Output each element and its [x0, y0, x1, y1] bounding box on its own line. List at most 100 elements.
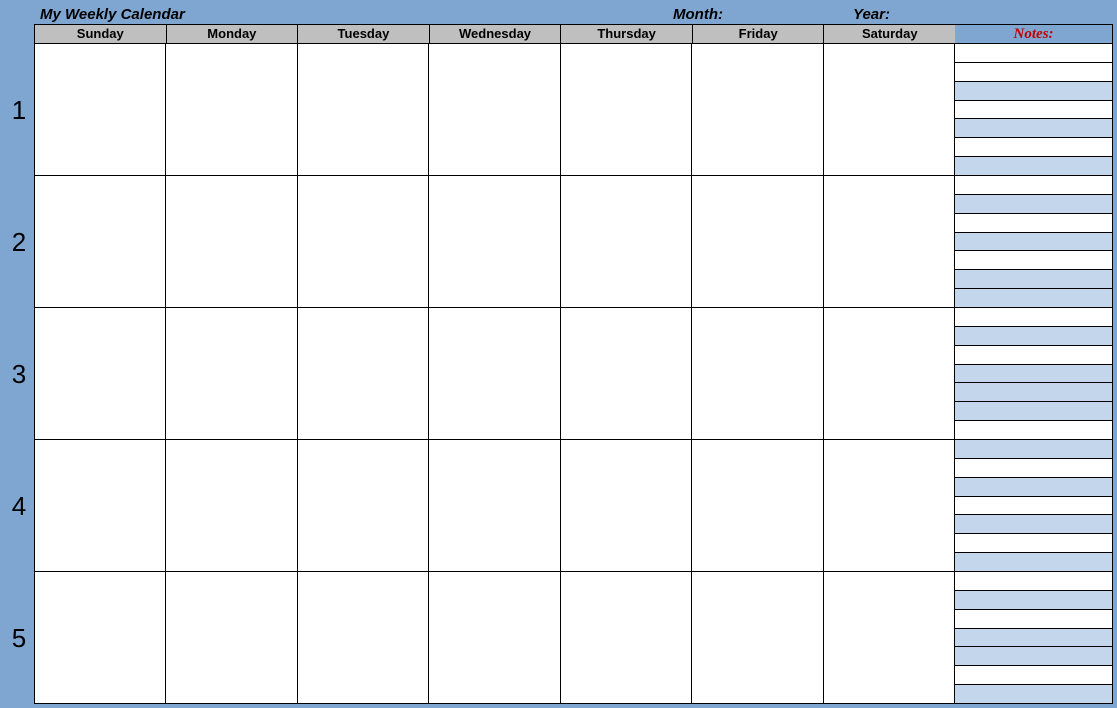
day-cell[interactable] — [428, 308, 559, 440]
note-line[interactable] — [955, 609, 1112, 628]
day-cell[interactable] — [560, 176, 691, 308]
week-row-2 — [34, 176, 1113, 308]
day-cell[interactable] — [34, 44, 165, 176]
day-cell[interactable] — [823, 572, 955, 704]
note-line[interactable] — [955, 288, 1112, 307]
day-cell[interactable] — [34, 440, 165, 572]
note-line[interactable] — [955, 156, 1112, 175]
day-cell[interactable] — [691, 176, 822, 308]
day-cell[interactable] — [691, 308, 822, 440]
day-cell[interactable] — [165, 44, 296, 176]
day-cell[interactable] — [165, 308, 296, 440]
day-cell[interactable] — [165, 440, 296, 572]
day-header-row: Sunday Monday Tuesday Wednesday Thursday… — [34, 24, 1113, 44]
day-cell[interactable] — [165, 176, 296, 308]
notes-column — [955, 176, 1113, 308]
note-line[interactable] — [955, 326, 1112, 345]
note-line[interactable] — [955, 572, 1112, 590]
day-header-sunday: Sunday — [34, 24, 166, 44]
week-row-3 — [34, 308, 1113, 440]
note-line[interactable] — [955, 100, 1112, 119]
notes-column — [955, 308, 1113, 440]
week-number-4: 4 — [4, 440, 34, 572]
day-cell[interactable] — [823, 176, 955, 308]
notes-column — [955, 440, 1113, 572]
day-cell[interactable] — [297, 176, 428, 308]
note-line[interactable] — [955, 62, 1112, 81]
day-cell[interactable] — [428, 440, 559, 572]
day-cell[interactable] — [691, 572, 822, 704]
note-line[interactable] — [955, 496, 1112, 515]
main-grid: Sunday Monday Tuesday Wednesday Thursday… — [34, 24, 1113, 704]
note-line[interactable] — [955, 137, 1112, 156]
day-cell[interactable] — [560, 44, 691, 176]
note-line[interactable] — [955, 665, 1112, 684]
note-line[interactable] — [955, 590, 1112, 609]
note-line[interactable] — [955, 81, 1112, 100]
week-number-header-spacer — [4, 24, 34, 44]
month-label: Month: — [673, 6, 853, 23]
day-cell[interactable] — [297, 440, 428, 572]
note-line[interactable] — [955, 118, 1112, 137]
grid-area: 1 2 3 4 5 Sunday Monday Tuesday Wednesda… — [4, 24, 1113, 704]
note-line[interactable] — [955, 477, 1112, 496]
note-line[interactable] — [955, 176, 1112, 194]
day-header-thursday: Thursday — [560, 24, 692, 44]
week-number-3: 3 — [4, 308, 34, 440]
note-line[interactable] — [955, 382, 1112, 401]
note-line[interactable] — [955, 194, 1112, 213]
day-cell[interactable] — [297, 44, 428, 176]
year-label: Year: — [853, 6, 1113, 23]
day-cell[interactable] — [691, 44, 822, 176]
note-line[interactable] — [955, 308, 1112, 326]
day-header-friday: Friday — [692, 24, 824, 44]
day-cell[interactable] — [297, 572, 428, 704]
note-line[interactable] — [955, 458, 1112, 477]
calendar-title: My Weekly Calendar — [40, 6, 185, 23]
note-line[interactable] — [955, 440, 1112, 458]
day-header-tuesday: Tuesday — [297, 24, 429, 44]
note-line[interactable] — [955, 232, 1112, 251]
day-cell[interactable] — [297, 308, 428, 440]
day-cell[interactable] — [560, 572, 691, 704]
note-line[interactable] — [955, 552, 1112, 571]
note-line[interactable] — [955, 250, 1112, 269]
day-cell[interactable] — [560, 440, 691, 572]
note-line[interactable] — [955, 420, 1112, 439]
day-header-wednesday: Wednesday — [429, 24, 561, 44]
day-cell[interactable] — [823, 308, 955, 440]
week-row-1 — [34, 44, 1113, 176]
note-line[interactable] — [955, 646, 1112, 665]
day-cell[interactable] — [428, 572, 559, 704]
day-cell[interactable] — [34, 572, 165, 704]
note-line[interactable] — [955, 533, 1112, 552]
note-line[interactable] — [955, 684, 1112, 703]
title-row: My Weekly Calendar Month: Year: — [4, 4, 1113, 24]
day-cell[interactable] — [823, 440, 955, 572]
note-line[interactable] — [955, 364, 1112, 383]
note-line[interactable] — [955, 269, 1112, 288]
calendar-frame: My Weekly Calendar Month: Year: 1 2 3 4 … — [0, 0, 1117, 708]
note-line[interactable] — [955, 213, 1112, 232]
note-line[interactable] — [955, 44, 1112, 62]
week-number-5: 5 — [4, 572, 34, 704]
notes-column — [955, 572, 1113, 704]
notes-column — [955, 44, 1113, 176]
day-cell[interactable] — [428, 44, 559, 176]
day-cell[interactable] — [165, 572, 296, 704]
day-cell[interactable] — [428, 176, 559, 308]
week-number-column: 1 2 3 4 5 — [4, 24, 34, 704]
note-line[interactable] — [955, 401, 1112, 420]
note-line[interactable] — [955, 345, 1112, 364]
day-cell[interactable] — [34, 176, 165, 308]
week-number-1: 1 — [4, 44, 34, 176]
day-header-saturday: Saturday — [823, 24, 955, 44]
day-cell[interactable] — [560, 308, 691, 440]
day-cell[interactable] — [823, 44, 955, 176]
day-cell[interactable] — [34, 308, 165, 440]
note-line[interactable] — [955, 514, 1112, 533]
note-line[interactable] — [955, 628, 1112, 647]
day-cell[interactable] — [691, 440, 822, 572]
week-number-2: 2 — [4, 176, 34, 308]
notes-header: Notes: — [955, 24, 1113, 44]
